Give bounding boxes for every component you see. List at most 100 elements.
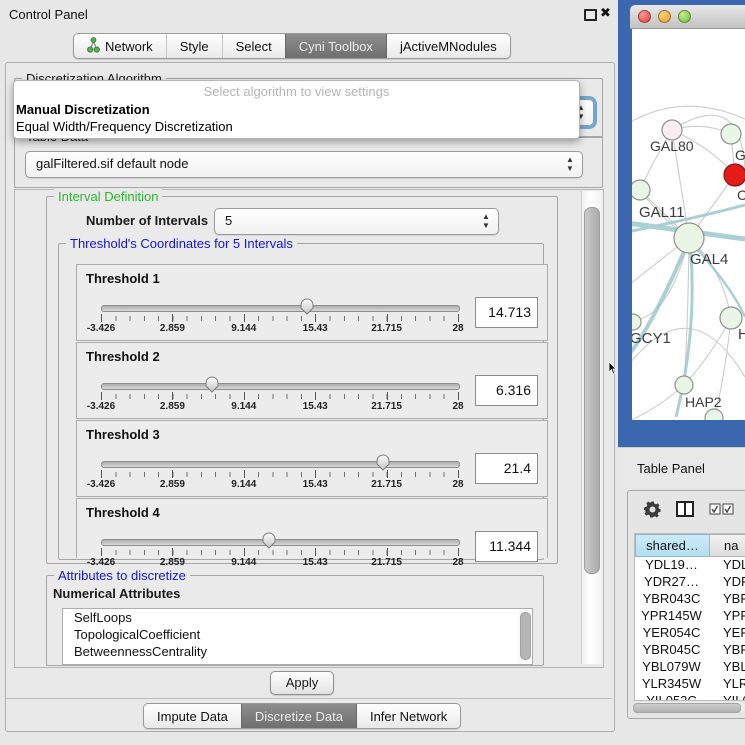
- tick-label: 21.715: [371, 557, 402, 568]
- threshold-4-thumb[interactable]: [261, 532, 277, 549]
- number-of-intervals-value: 5: [225, 213, 232, 228]
- major-tick: [315, 392, 316, 400]
- tab-discretize-data[interactable]: Discretize Data: [241, 704, 356, 728]
- slider-track[interactable]: [101, 305, 460, 312]
- cell[interactable]: YLR345W: [635, 675, 708, 692]
- interval-definition-group: Interval Definition Number of Intervals …: [46, 196, 558, 564]
- numerical-attributes-list[interactable]: SelfLoops TopologicalCoefficient Between…: [62, 608, 533, 665]
- table-row[interactable]: YIL052C YIL0: [635, 692, 745, 701]
- tick-label: -3.426: [87, 479, 115, 490]
- cell[interactable]: YDL19…: [635, 556, 708, 573]
- table-row[interactable]: YBL079W YBL0: [635, 658, 745, 675]
- tab-select[interactable]: Select: [222, 34, 285, 58]
- table-row[interactable]: YBR043C YBR0: [635, 590, 745, 607]
- tick-label: 15.43: [303, 401, 328, 412]
- close-traffic-light[interactable]: [638, 10, 651, 23]
- threshold-1-slider[interactable]: -3.426 2.859 9.144 15.43 21.715 28: [101, 301, 458, 337]
- table-data-combo[interactable]: galFiltered.sif default node ▲▼: [25, 151, 583, 178]
- tab-jactivemnodules[interactable]: jActiveMNodules: [386, 34, 510, 58]
- list-scrollbar-thumb[interactable]: [520, 612, 531, 660]
- cell[interactable]: YBR045C: [635, 641, 708, 658]
- popup-option-manual[interactable]: Manual Discretization: [16, 102, 150, 117]
- column-header-shared-name[interactable]: shared…: [635, 534, 710, 557]
- horizontal-scrollbar[interactable]: [632, 702, 745, 712]
- list-item[interactable]: TopologicalCoefficient: [63, 626, 532, 643]
- minimize-traffic-light[interactable]: [658, 10, 671, 23]
- list-item[interactable]: BetweennessCentrality: [63, 643, 532, 660]
- list-scrollbar[interactable]: [518, 610, 531, 663]
- threshold-3-thumb[interactable]: [375, 454, 391, 471]
- table-row[interactable]: YBR045C YBR0: [635, 641, 745, 658]
- cell[interactable]: YER054C: [635, 624, 708, 641]
- cell[interactable]: YDR2: [723, 573, 745, 590]
- panel-separator: [6, 698, 612, 699]
- major-tick: [244, 314, 245, 322]
- number-of-intervals-combo[interactable]: 5 ▲▼: [214, 208, 499, 235]
- major-tick: [244, 392, 245, 400]
- popup-hint: Select algorithm to view settings: [14, 84, 579, 99]
- threshold-4-value-field[interactable]: 11.344: [475, 531, 538, 562]
- table-row[interactable]: YER054C YER0: [635, 624, 745, 641]
- threshold-coordinates-group: Threshold's Coordinates for 5 Intervals …: [58, 243, 544, 560]
- threshold-2-value-field[interactable]: 6.316: [475, 375, 538, 406]
- cell[interactable]: YIL052C: [635, 692, 708, 701]
- threshold-1-value-field[interactable]: 14.713: [475, 297, 538, 328]
- cell[interactable]: YPR1: [723, 607, 745, 624]
- tab-cyni-toolbox[interactable]: Cyni Toolbox: [285, 34, 386, 58]
- tab-infer-network[interactable]: Infer Network: [356, 704, 460, 728]
- zoom-traffic-light[interactable]: [678, 10, 691, 23]
- cell[interactable]: YDL1: [723, 556, 745, 573]
- cell[interactable]: YBR0: [723, 590, 745, 607]
- cell[interactable]: YBL0: [723, 658, 745, 675]
- mouse-cursor: [608, 362, 617, 378]
- tab-network[interactable]: Network: [74, 34, 166, 58]
- network-canvas[interactable]: GAL80 GAL11 GAL4 GCY1 HAP2 GA C H: [632, 29, 745, 420]
- threshold-3-slider[interactable]: -3.426 2.859 9.144 15.43 21.715 28: [101, 457, 458, 493]
- cell[interactable]: YPR145W: [635, 607, 708, 624]
- popup-option-equal-width[interactable]: Equal Width/Frequency Discretization: [16, 119, 233, 134]
- slider-track[interactable]: [101, 461, 460, 468]
- threshold-2-slider[interactable]: -3.426 2.859 9.144 15.43 21.715 28: [101, 379, 458, 415]
- slider-track[interactable]: [101, 383, 460, 390]
- table-row[interactable]: YDL19… YDL1: [635, 556, 745, 573]
- close-icon[interactable]: ✖: [600, 5, 611, 21]
- cell[interactable]: YER0: [723, 624, 745, 641]
- number-of-intervals-label: Number of Intervals: [86, 213, 208, 228]
- horizontal-scrollbar-thumb[interactable]: [633, 703, 741, 713]
- threshold-4-slider[interactable]: -3.426 2.859 9.144 15.43 21.715 28: [101, 535, 458, 571]
- cell[interactable]: YBL079W: [635, 658, 708, 675]
- float-icon[interactable]: [584, 9, 597, 21]
- major-tick: [387, 392, 388, 400]
- tick-label: 2.859: [160, 323, 185, 334]
- tab-impute-data[interactable]: Impute Data: [144, 704, 241, 728]
- cell[interactable]: YBR0: [723, 641, 745, 658]
- slider-track[interactable]: [101, 539, 460, 546]
- stepper-icon: ▲▼: [481, 212, 491, 230]
- major-tick: [172, 392, 173, 400]
- cell[interactable]: YBR043C: [635, 590, 708, 607]
- column-header-name[interactable]: na: [709, 534, 745, 557]
- columns-icon[interactable]: [676, 501, 694, 520]
- table-row[interactable]: YLR345W YLR3: [635, 675, 745, 692]
- cell[interactable]: YDR27…: [635, 573, 708, 590]
- vertical-scrollbar-thumb[interactable]: [584, 207, 600, 574]
- threshold-1-thumb[interactable]: [299, 298, 315, 315]
- threshold-2-thumb[interactable]: [204, 376, 220, 393]
- table-panel-title: Table Panel: [637, 461, 705, 476]
- cell[interactable]: YIL0: [723, 692, 745, 701]
- tab-style[interactable]: Style: [166, 34, 222, 58]
- vertical-scrollbar[interactable]: [581, 191, 602, 664]
- node-label: GCY1: [632, 330, 671, 347]
- tick-label: 9.144: [231, 557, 256, 568]
- top-tab-bar: Network Style Select Cyni Toolbox jActiv…: [73, 33, 511, 59]
- threshold-3-value-field[interactable]: 21.4: [475, 453, 538, 484]
- tick-label: 9.144: [231, 401, 256, 412]
- apply-button[interactable]: Apply: [270, 671, 334, 695]
- table-row[interactable]: YDR27… YDR2: [635, 573, 745, 590]
- network-window-titlebar[interactable]: [630, 5, 745, 29]
- table-row[interactable]: YPR145W YPR1: [635, 607, 745, 624]
- cell[interactable]: YLR3: [723, 675, 745, 692]
- list-item[interactable]: SelfLoops: [63, 609, 532, 626]
- select-columns-icon[interactable]: [709, 503, 735, 518]
- gear-icon[interactable]: [644, 501, 661, 521]
